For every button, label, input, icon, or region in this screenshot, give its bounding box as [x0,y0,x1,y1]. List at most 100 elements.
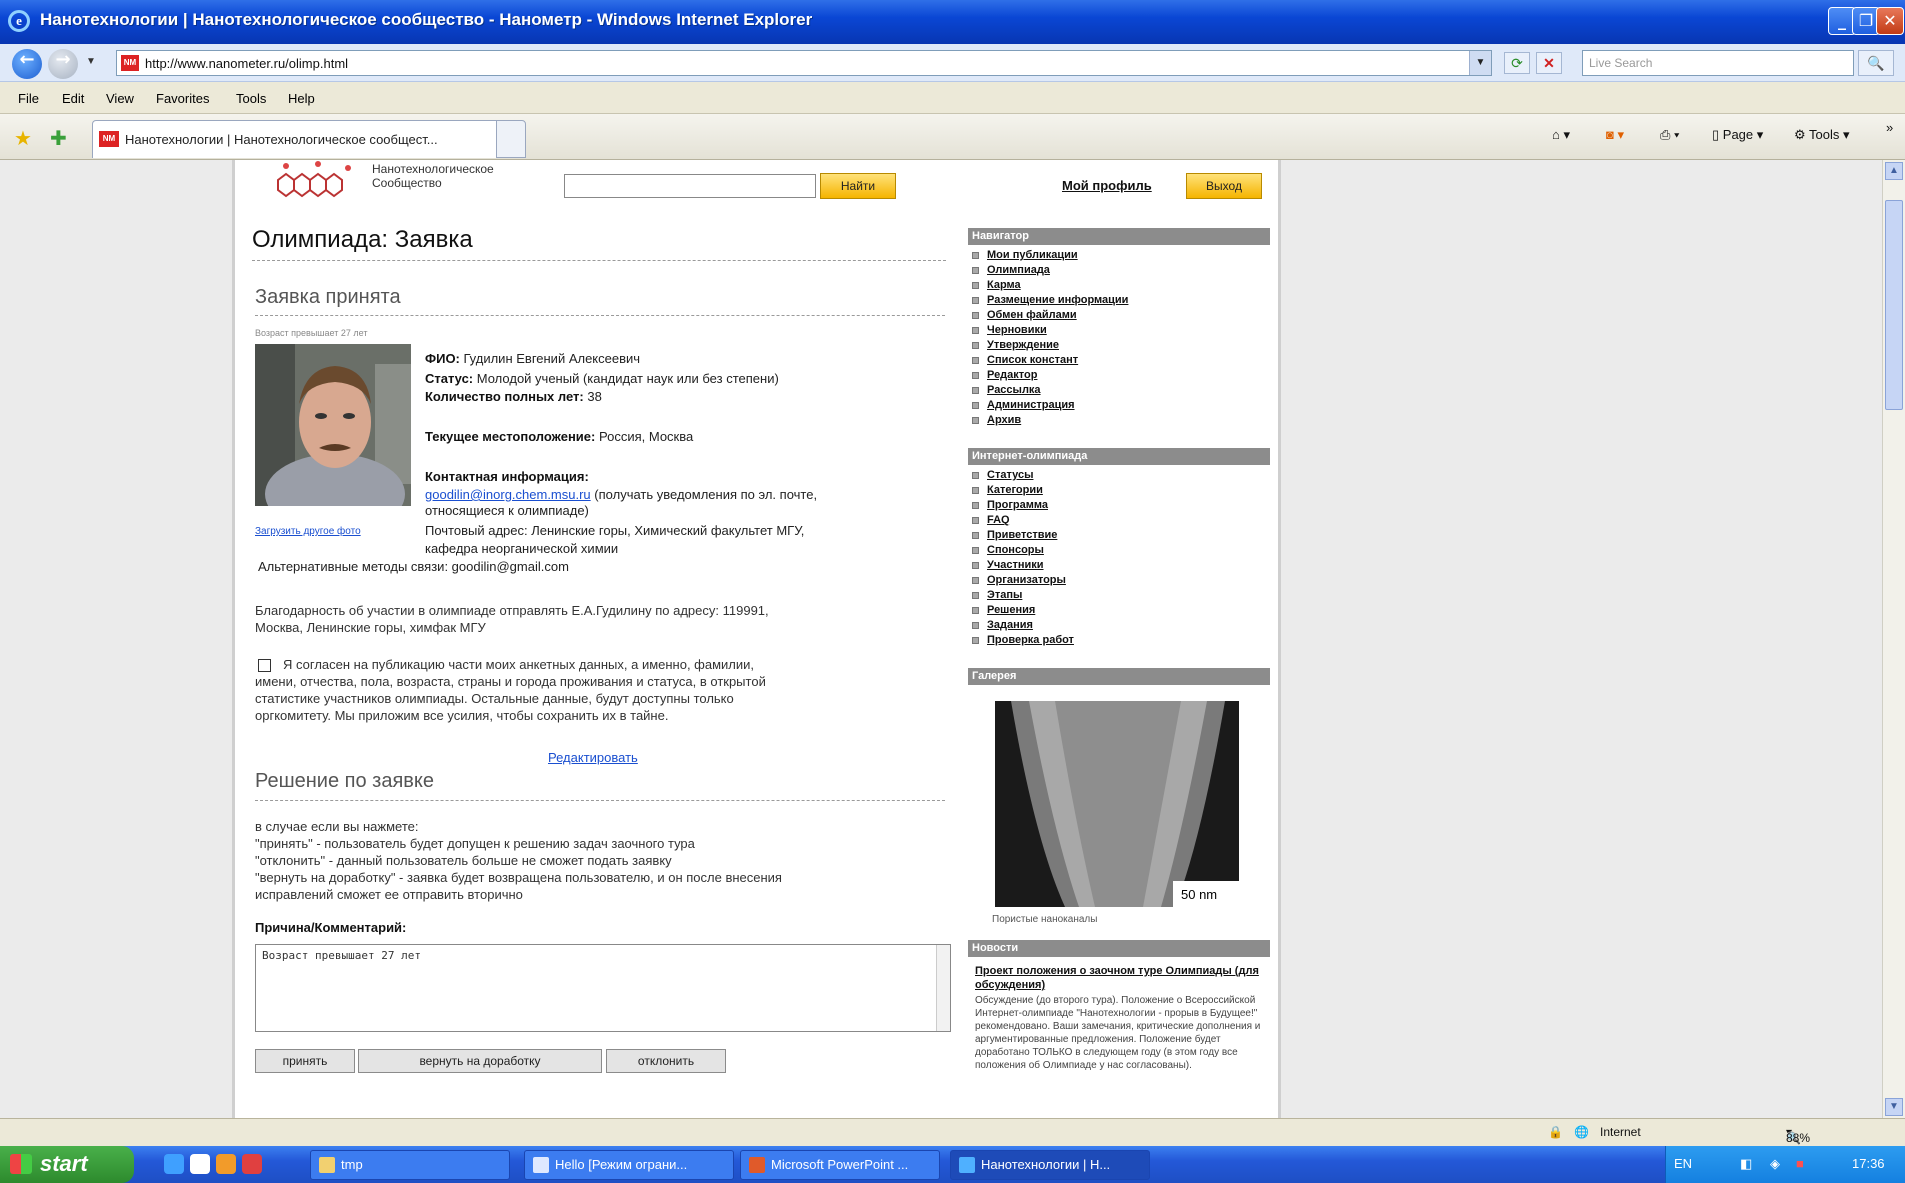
quicklaunch-app-icon[interactable] [242,1154,262,1174]
internet-zone-icon: 🌐 [1574,1125,1589,1139]
new-tab-button[interactable] [496,120,526,158]
comment-textarea[interactable]: Возраст превышает 27 лет [255,944,951,1032]
site-search-button[interactable]: Найти [820,173,896,199]
scroll-up-icon[interactable]: ▲ [1885,162,1903,180]
navigator-item[interactable]: Администрация [972,398,1268,413]
scroll-thumb[interactable] [1885,200,1903,410]
reject-button[interactable]: отклонить [606,1049,726,1073]
tray-antivirus-icon[interactable]: ■ [1796,1156,1804,1171]
site-logo[interactable] [268,160,368,206]
logout-button[interactable]: Выход [1186,173,1262,199]
navigator-item[interactable]: Список констант [972,353,1268,368]
olympiad-item[interactable]: Приветствие [972,528,1268,543]
navigator-item[interactable]: Утверждение [972,338,1268,353]
navigator-item[interactable]: Обмен файлами [972,308,1268,323]
navigator-item-label: Мои публикации [987,249,1078,261]
menu-view[interactable]: View [106,91,134,106]
scroll-down-icon[interactable]: ▼ [1885,1098,1903,1116]
add-favorite-icon[interactable]: ✚ [50,126,67,151]
menu-favorites[interactable]: Favorites [156,91,209,106]
quicklaunch-desktop-icon[interactable] [190,1154,210,1174]
language-indicator[interactable]: EN [1674,1156,1692,1171]
back-button[interactable]: ← [12,49,42,79]
address-dropdown-icon[interactable]: ▼ [1469,51,1491,75]
address-bar[interactable]: NM http://www.nanometer.ru/olimp.html ▼ [116,50,1492,76]
olympiad-item[interactable]: Категории [972,483,1268,498]
gallery-scale: 50 nm [1181,887,1217,902]
task-ie[interactable]: Нанотехнологии | Н... [950,1150,1150,1180]
stop-button[interactable]: ✕ [1536,52,1562,74]
bullet-icon [972,471,979,479]
address-url[interactable]: http://www.nanometer.ru/olimp.html [145,56,348,71]
olympiad-item-label: FAQ [987,514,1010,526]
change-photo-link[interactable]: Загрузить другое фото [255,526,361,537]
edit-link[interactable]: Редактировать [548,750,638,765]
gallery-image[interactable]: 50 nm [995,701,1239,907]
olympiad-item[interactable]: Спонсоры [972,543,1268,558]
olympiad-item[interactable]: Статусы [972,468,1268,483]
olympiad-item[interactable]: Программа [972,498,1268,513]
email-link[interactable]: goodilin@inorg.chem.msu.ru [425,487,591,502]
tools-menu[interactable]: ⚙ Tools ▾ [1794,127,1850,143]
history-dropdown-icon[interactable]: ▼ [86,56,96,67]
forward-button[interactable]: → [48,49,78,79]
menu-help[interactable]: Help [288,91,315,106]
quicklaunch-media-icon[interactable] [216,1154,236,1174]
quicklaunch-ie-icon[interactable] [164,1154,184,1174]
olympiad-item[interactable]: Организаторы [972,573,1268,588]
site-favicon-icon: NM [121,55,139,71]
search-input[interactable]: Live Search [1582,50,1854,76]
my-profile-link[interactable]: Мой профиль [1062,178,1152,193]
thanks-text: Благодарность об участии в олимпиаде отп… [255,603,769,635]
news-title-link[interactable]: Проект положения о заочном туре Олимпиад… [975,964,1265,992]
bullet-icon [972,561,979,569]
navigator-item[interactable]: Карма [972,278,1268,293]
site-search-input[interactable] [564,174,816,198]
feeds-icon[interactable]: ◙ ▾ [1606,127,1624,143]
navigator-item[interactable]: Архив [972,413,1268,428]
chevron-icon[interactable]: » [1886,120,1893,135]
olympiad-item[interactable]: FAQ [972,513,1268,528]
start-button[interactable]: start [0,1146,134,1183]
close-button[interactable]: ✕ [1876,7,1904,35]
comment-scrollbar[interactable] [936,945,950,1031]
security-zone: Internet [1600,1125,1641,1139]
browser-tab[interactable]: NM Нанотехнологии | Нанотехнологическое … [92,120,522,158]
menu-tools[interactable]: Tools [236,91,266,106]
olympiad-item[interactable]: Задания [972,618,1268,633]
print-icon[interactable]: ⎙ ▾ [1660,127,1679,143]
navigator-item[interactable]: Рассылка [972,383,1268,398]
favorites-star-icon[interactable]: ★ [14,126,32,151]
news-heading: Новости [968,940,1270,957]
olympiad-item[interactable]: Решения [972,603,1268,618]
refresh-button[interactable]: ⟳ [1504,52,1530,74]
navigator-item[interactable]: Черновики [972,323,1268,338]
news-body: Обсуждение (до второго тура). Положение … [975,995,1261,1071]
olympiad-item[interactable]: Этапы [972,588,1268,603]
navigator-item[interactable]: Мои публикации [972,248,1268,263]
home-icon[interactable]: ⌂ ▾ [1552,127,1570,143]
tray-network-icon[interactable]: ◧ [1740,1156,1752,1172]
page-menu[interactable]: ▯ Page ▾ [1712,127,1763,143]
return-button[interactable]: вернуть на доработку [358,1049,602,1073]
navigator-item[interactable]: Редактор [972,368,1268,383]
page-scrollbar[interactable]: ▲ ▼ [1882,160,1905,1118]
menu-edit[interactable]: Edit [62,91,84,106]
accept-button[interactable]: принять [255,1049,355,1073]
bullet-icon [972,486,979,494]
postal-address-2: кафедра неорганической химии [425,541,619,556]
tray-volume-icon[interactable]: ◈ [1770,1156,1780,1172]
menu-file[interactable]: File [18,91,39,106]
page-menu-icon: ▯ [1712,127,1720,142]
bullet-icon [972,501,979,509]
task-word[interactable]: Hello [Режим ограни... [524,1150,734,1180]
navigator-item-label: Размещение информации [987,294,1129,306]
navigator-item[interactable]: Размещение информации [972,293,1268,308]
olympiad-item[interactable]: Проверка работ [972,633,1268,648]
zoom-level[interactable]: 🔍 88% ▾ [1786,1125,1810,1145]
task-folder[interactable]: tmp [310,1150,510,1180]
olympiad-item[interactable]: Участники [972,558,1268,573]
search-icon[interactable]: 🔍 [1858,50,1894,76]
navigator-item[interactable]: Олимпиада [972,263,1268,278]
task-powerpoint[interactable]: Microsoft PowerPoint ... [740,1150,940,1180]
